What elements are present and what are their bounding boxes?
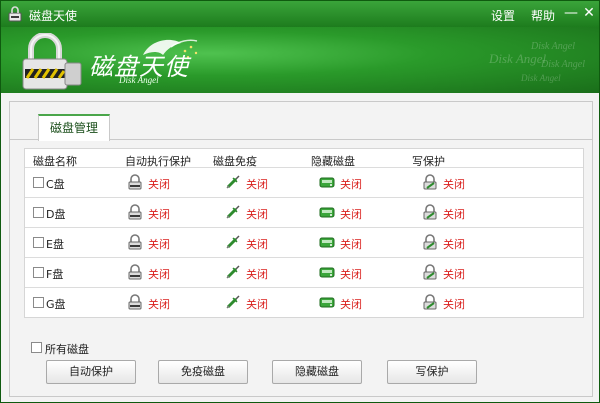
syringe-icon xyxy=(225,174,241,190)
status-off: 关闭 xyxy=(340,268,362,281)
status-off: 关闭 xyxy=(340,208,362,221)
write-lock-icon xyxy=(422,264,438,280)
write-lock-icon xyxy=(422,234,438,250)
tab-strip: 磁盘管理 xyxy=(10,102,592,141)
lock-shield-icon xyxy=(127,204,143,220)
status-off: 关闭 xyxy=(246,178,268,191)
table-row: E盘 关闭 关闭 关闭 关闭 xyxy=(25,227,583,257)
drive-name: G盘 xyxy=(46,298,66,311)
hidden-disk-icon xyxy=(319,174,335,190)
padlock-logo-icon xyxy=(19,32,83,93)
all-disks-label: 所有磁盘 xyxy=(45,343,89,356)
status-off: 关闭 xyxy=(148,178,170,191)
table-row: G盘 关闭 关闭 关闭 关闭 xyxy=(25,287,583,317)
status-off: 关闭 xyxy=(246,208,268,221)
status-off: 关闭 xyxy=(340,298,362,311)
lock-shield-icon xyxy=(127,294,143,310)
status-off: 关闭 xyxy=(443,208,465,221)
drive-name: E盘 xyxy=(46,238,64,251)
table-row: C盘 关闭 关闭 关闭 关闭 xyxy=(25,167,583,197)
content-panel: 磁盘管理 磁盘名称 自动执行保护 磁盘免疫 隐藏磁盘 写保护 C盘 关闭 关闭 xyxy=(9,101,593,397)
status-off: 关闭 xyxy=(246,298,268,311)
status-off: 关闭 xyxy=(148,208,170,221)
window-title: 磁盘天使 xyxy=(29,9,78,23)
status-off: 关闭 xyxy=(443,178,465,191)
write-protect-button[interactable]: 写保护 xyxy=(387,360,477,384)
syringe-icon xyxy=(225,234,241,250)
settings-menu[interactable]: 设置 xyxy=(491,7,515,24)
drive-name: F盘 xyxy=(46,268,64,281)
watermark-text: Disk Angel xyxy=(489,51,547,66)
drive-checkbox[interactable] xyxy=(33,297,44,308)
status-off: 关闭 xyxy=(340,178,362,191)
syringe-icon xyxy=(225,294,241,310)
write-lock-icon xyxy=(422,204,438,220)
status-off: 关闭 xyxy=(148,238,170,251)
lock-shield-icon xyxy=(127,264,143,280)
hidden-disk-icon xyxy=(319,264,335,280)
title-bar: 磁盘天使 设置 帮助 — ✕ xyxy=(1,1,599,27)
disk-table: 磁盘名称 自动执行保护 磁盘免疫 隐藏磁盘 写保护 C盘 关闭 关闭 关闭 关闭… xyxy=(24,148,584,318)
status-off: 关闭 xyxy=(246,238,268,251)
watermark-text: Disk Angel xyxy=(541,59,585,70)
main-window: 磁盘天使 设置 帮助 — ✕ 磁盘天使 Disk Angel Disk Ange… xyxy=(0,0,600,403)
drive-checkbox[interactable] xyxy=(33,237,44,248)
lock-shield-icon xyxy=(127,234,143,250)
status-off: 关闭 xyxy=(148,268,170,281)
table-row: F盘 关闭 关闭 关闭 关闭 xyxy=(25,257,583,287)
write-lock-icon xyxy=(422,294,438,310)
hidden-disk-icon xyxy=(319,234,335,250)
watermark-text: Disk Angel xyxy=(521,73,561,83)
drive-checkbox[interactable] xyxy=(33,207,44,218)
minimize-button[interactable]: — xyxy=(563,5,579,21)
lock-shield-icon xyxy=(127,174,143,190)
syringe-icon xyxy=(225,264,241,280)
status-off: 关闭 xyxy=(246,268,268,281)
auto-protect-button[interactable]: 自动保护 xyxy=(46,360,136,384)
drive-checkbox[interactable] xyxy=(33,267,44,278)
banner: 磁盘天使 Disk Angel Disk Angel Disk Angel Di… xyxy=(1,27,599,93)
status-off: 关闭 xyxy=(443,298,465,311)
drive-name: D盘 xyxy=(46,208,66,221)
immunize-disk-button[interactable]: 免疫磁盘 xyxy=(158,360,248,384)
write-lock-icon xyxy=(422,174,438,190)
status-off: 关闭 xyxy=(443,268,465,281)
syringe-icon xyxy=(225,204,241,220)
all-disks-checkbox[interactable] xyxy=(31,342,42,353)
status-off: 关闭 xyxy=(148,298,170,311)
close-button[interactable]: ✕ xyxy=(581,5,597,21)
brand-subtitle: Disk Angel xyxy=(119,75,159,85)
tab-disk-management[interactable]: 磁盘管理 xyxy=(38,114,110,141)
table-row: D盘 关闭 关闭 关闭 关闭 xyxy=(25,197,583,227)
status-off: 关闭 xyxy=(443,238,465,251)
hide-disk-button[interactable]: 隐藏磁盘 xyxy=(272,360,362,384)
drive-name: C盘 xyxy=(46,178,65,191)
app-icon xyxy=(7,6,23,22)
drive-checkbox[interactable] xyxy=(33,177,44,188)
status-off: 关闭 xyxy=(340,238,362,251)
hidden-disk-icon xyxy=(319,294,335,310)
hidden-disk-icon xyxy=(319,204,335,220)
help-menu[interactable]: 帮助 xyxy=(531,7,555,24)
